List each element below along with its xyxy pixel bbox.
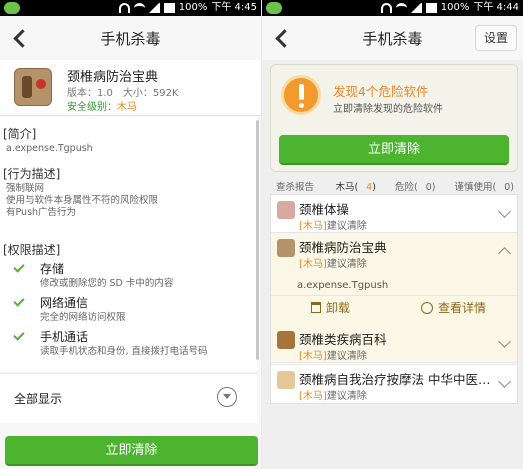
behavior-line: 有Push广告行为 (6, 207, 77, 218)
app-meta: 版本：1.0 大小：592K (67, 84, 189, 99)
battery-level: 100% (440, 2, 470, 13)
behavior-line: 使用与软件本身属性不符的风险权限 (6, 195, 159, 206)
uninstall-button[interactable]: 卸载 (311, 299, 350, 316)
app-name: 颈椎病防治宝典 (67, 70, 159, 85)
chevron-down-icon[interactable] (498, 375, 511, 388)
warning-icon (281, 75, 321, 115)
more-icon (421, 302, 433, 314)
permissions-title: [权限描述] (3, 243, 61, 257)
wifi-icon (133, 3, 145, 13)
app-icon (277, 201, 295, 219)
alert-subtitle: 立即清除发现的危险软件 (333, 104, 443, 115)
left-screen: 100% 下午 4:45 手机杀毒 颈椎病防治宝典 版本：1.0 大小：592K … (0, 0, 261, 469)
item-name: 颈椎病自我治疗按摩法 中华中医… (299, 372, 491, 387)
app-safety-level: 安全级别：木马 (67, 98, 137, 113)
item-actions: 卸载 查看详情 (271, 295, 519, 317)
list-item[interactable]: 颈椎体操 [木马]建议清除 (271, 195, 517, 233)
chevron-up-icon[interactable] (498, 247, 511, 260)
view-details-button[interactable]: 查看详情 (421, 299, 486, 316)
app-header: 颈椎病防治宝典 版本：1.0 大小：592K 安全级别：木马 (0, 60, 261, 116)
app-icon (277, 331, 295, 349)
list-item[interactable]: 颈椎类疾病百科 [木马]建议清除 (271, 325, 517, 365)
item-name: 颈椎体操 (299, 202, 350, 217)
filter-caution[interactable]: 谨慎使用(0) (447, 182, 515, 193)
threat-list: 颈椎体操 [木马]建议清除 颈椎病防治宝典 [木马]建议清除 a.expense… (270, 194, 519, 405)
check-icon (13, 329, 25, 341)
app-icon (14, 68, 52, 106)
alert-title: 发现4个危险软件 (333, 84, 429, 99)
app-icon (277, 239, 295, 257)
clock: 下午 4:44 (473, 2, 519, 13)
show-all-row[interactable]: 全部显示 (0, 373, 257, 423)
item-tag: [木马]建议清除 (299, 259, 367, 270)
scrollbar[interactable] (256, 120, 259, 360)
permission-desc: 读取手机状态和身份, 直接拨打电话号码 (40, 346, 208, 357)
intro-title: [简介] (3, 127, 37, 141)
wechat-notification-icon (266, 2, 282, 14)
safety-value: 木马 (117, 102, 137, 113)
page-title: 手机杀毒 (100, 30, 161, 48)
item-package: a.expense.Tgpush (297, 280, 389, 291)
report-title: 查杀报告 (276, 182, 315, 193)
trash-icon (311, 302, 321, 313)
alert-card: 发现4个危险软件 立即清除发现的危险软件 立即清除 (270, 64, 518, 172)
chevron-down-circle-icon[interactable] (217, 387, 237, 407)
signal-icon (148, 3, 160, 13)
filter-trojan[interactable]: 木马(4) (327, 182, 376, 193)
battery-level: 100% (178, 2, 208, 13)
report-header: 查杀报告 木马(4) 危险(0) 谨慎使用(0) (270, 176, 518, 194)
item-tag: [木马]建议清除 (299, 351, 367, 362)
battery-icon (163, 3, 175, 13)
status-bar: 100% 下午 4:44 (262, 0, 523, 16)
check-icon (13, 295, 25, 307)
wifi-icon (395, 3, 407, 13)
settings-button[interactable]: 设置 (475, 25, 517, 51)
report-filters: 木马(4) 危险(0) 谨慎使用(0) (319, 179, 514, 193)
permission-desc: 完全的网络访问权限 (40, 312, 126, 323)
clean-now-button[interactable]: 立即清除 (279, 135, 509, 165)
item-name: 颈椎类疾病百科 (299, 332, 387, 347)
clean-now-button[interactable]: 立即清除 (5, 436, 258, 466)
chevron-down-icon[interactable] (498, 205, 511, 218)
battery-icon (425, 3, 437, 13)
details-content[interactable]: [简介] a.expense.Tgpush [行为描述] 强制联网 使用与软件本… (0, 117, 257, 372)
headphone-icon (380, 3, 392, 13)
behavior-title: [行为描述] (3, 167, 61, 181)
title-bar: 手机杀毒 (0, 16, 261, 60)
right-screen: 100% 下午 4:44 手机杀毒 设置 发现4个危险软件 立即清除发现的危险软… (262, 0, 523, 469)
item-name: 颈椎病防治宝典 (299, 240, 387, 255)
status-bar: 100% 下午 4:45 (0, 0, 261, 16)
wechat-notification-icon (4, 2, 20, 14)
headphone-icon (118, 3, 130, 13)
check-icon (13, 261, 25, 273)
permission-desc: 修改或删除您的 SD 卡中的内容 (40, 278, 174, 289)
title-bar: 手机杀毒 设置 (262, 16, 523, 60)
filter-danger[interactable]: 危险(0) (387, 182, 436, 193)
item-tag: [木马]建议清除 (299, 391, 367, 402)
intro-text: a.expense.Tgpush (6, 143, 93, 154)
behavior-line: 强制联网 (6, 183, 45, 194)
show-all-label: 全部显示 (14, 392, 63, 406)
clock: 下午 4:45 (211, 2, 257, 13)
list-item[interactable]: 颈椎病自我治疗按摩法 中华中医… [木马]建议清除 (271, 365, 517, 405)
chevron-down-icon[interactable] (498, 335, 511, 348)
signal-icon (410, 3, 422, 13)
item-tag: [木马]建议清除 (299, 221, 367, 232)
app-icon (277, 371, 295, 389)
safety-label: 安全级别： (67, 102, 117, 113)
